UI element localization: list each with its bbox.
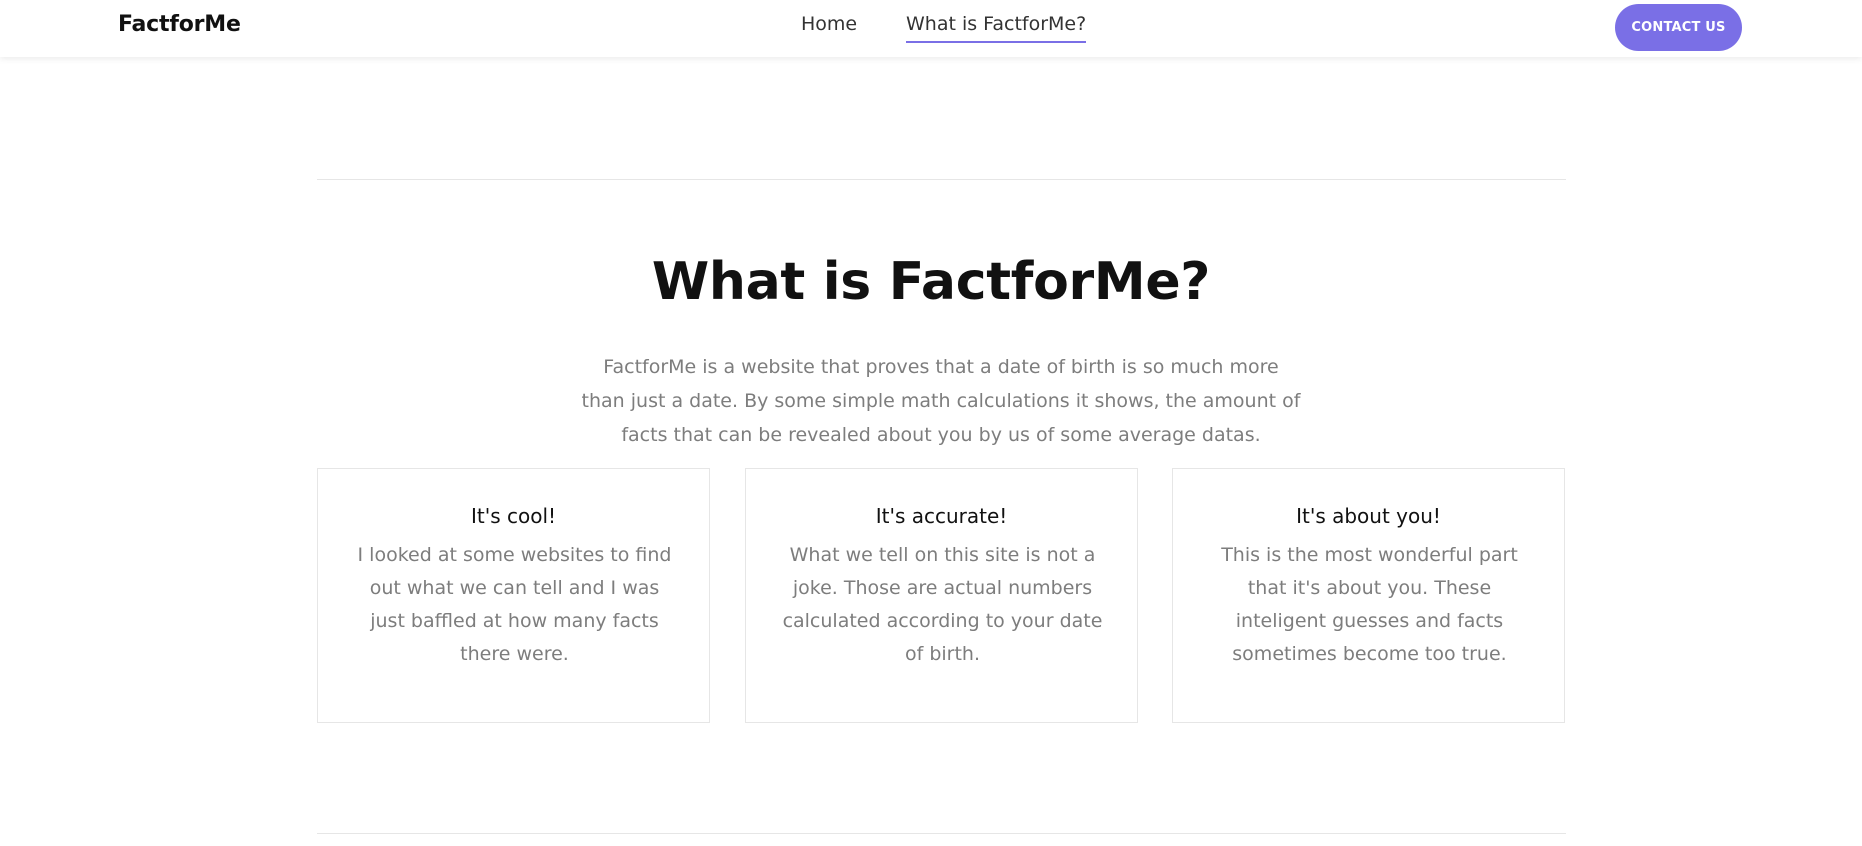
feature-card-text: This is the most wonderful part that it'… (1221, 544, 1518, 665)
feature-card-accurate: It's accurate! What we tell on this site… (745, 468, 1138, 723)
nav-link-home[interactable]: Home (801, 13, 857, 41)
section-divider-top (317, 179, 1566, 180)
intro-paragraph: FactforMe is a website that proves that … (581, 356, 1301, 446)
nav-link-what-is-factforme[interactable]: What is FactforMe? (906, 13, 1087, 43)
section-divider-bottom (317, 833, 1566, 834)
top-navbar: FactforMe Home What is FactforMe? CONTAC… (0, 0, 1862, 57)
brand-logo[interactable]: FactforMe (118, 12, 241, 37)
feature-card-text: I looked at some websites to find out wh… (357, 544, 672, 665)
contact-us-button[interactable]: CONTACT US (1615, 4, 1742, 51)
feature-card-title: It's accurate! (875, 504, 1008, 528)
feature-card-about-you: It's about you! This is the most wonderf… (1172, 468, 1565, 723)
page-title: What is FactforMe? (651, 252, 1211, 312)
feature-card-title: It's cool! (470, 504, 557, 528)
feature-card-title: It's about you! (1296, 504, 1441, 528)
feature-card-text: What we tell on this site is not a joke.… (782, 544, 1103, 665)
feature-card-cool: It's cool! I looked at some websites to … (317, 468, 710, 723)
